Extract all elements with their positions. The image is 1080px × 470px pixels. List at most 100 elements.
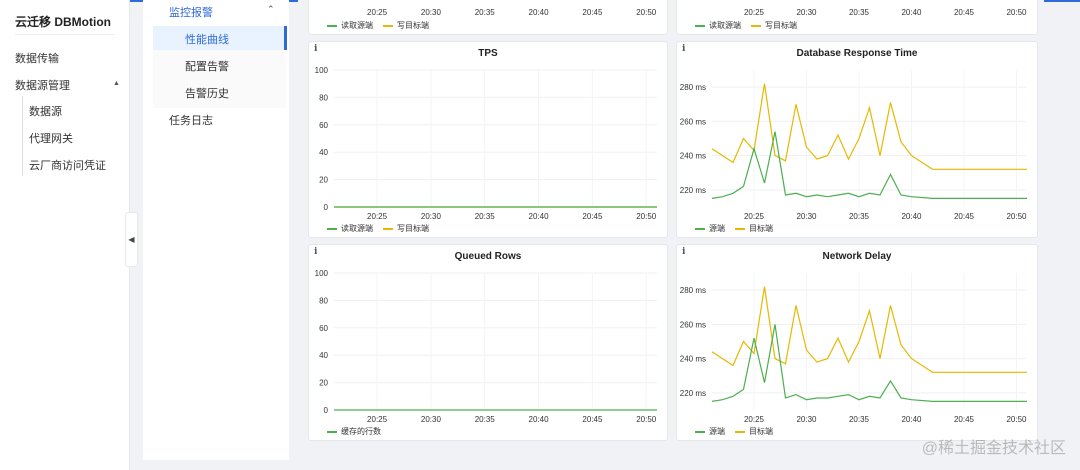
legend-label: 读取源端 <box>709 21 741 30</box>
y-tick-label: 240 ms <box>680 152 706 161</box>
x-tick-label: 20:40 <box>901 415 922 424</box>
legend-item[interactable]: 源端 <box>695 223 725 234</box>
x-tick-label: 20:50 <box>636 415 657 424</box>
x-tick-label: 20:35 <box>849 415 870 424</box>
nav-item-datasource[interactable]: 数据源 <box>29 103 62 119</box>
caret-up-icon[interactable]: ▲ <box>113 80 120 87</box>
chart-legend: 源端 目标端 <box>695 426 773 437</box>
legend-item[interactable]: 目标端 <box>735 426 773 437</box>
x-tick-label: 20:45 <box>954 415 975 424</box>
legend-swatch <box>383 24 393 27</box>
legend-label: 读取源端 <box>341 21 373 30</box>
x-tick-label: 20:30 <box>796 212 817 221</box>
x-tick-label: 20:45 <box>582 415 603 424</box>
chart-plot: 0 20 40 60 80 100 20:25 20:30 20:35 20:40 20:45 20:… <box>315 269 657 424</box>
legend-item[interactable]: 缓存的行数 <box>327 426 381 437</box>
series-line <box>711 131 1027 199</box>
y-tick-label: 80 <box>319 296 328 305</box>
legend-label: 缓存的行数 <box>341 427 381 436</box>
legend-label: 读取源端 <box>341 224 373 233</box>
x-tick-label: 20:35 <box>849 212 870 221</box>
y-tick-label: 0 <box>324 406 329 415</box>
y-tick-label: 260 ms <box>680 117 706 126</box>
legend-item: 写目标端 <box>383 20 429 31</box>
nav-item-data-transfer[interactable]: 数据传输 <box>15 50 59 66</box>
chart-plot: 0 20 40 60 80 100 20:25 20:30 20:35 20:40 20:45 20:… <box>315 66 657 221</box>
x-tick-label: 20:50 <box>1006 8 1027 17</box>
chart-plot: 220 ms 240 ms 260 ms 280 ms 20:25 20:30 20:35 2… <box>680 70 1027 221</box>
legend-label: 写目标端 <box>397 224 429 233</box>
legend-swatch <box>383 227 393 230</box>
chart-card-tps: i TPS 0 20 40 60 80 100 20:25 20:30 20:35 20:40 20:4… <box>308 41 668 238</box>
legend-item[interactable]: 读取源端 <box>327 223 373 234</box>
menu-group-monitor-alert[interactable]: 监控报警 <box>169 4 213 20</box>
x-tick-label: 20:25 <box>744 212 765 221</box>
legend-swatch <box>695 227 705 230</box>
legend-label: 源端 <box>709 427 725 436</box>
series-line <box>711 83 1027 170</box>
y-tick-label: 20 <box>319 379 328 388</box>
legend-label: 写目标端 <box>765 21 797 30</box>
chart-legend: 读取源端 写目标端 <box>327 223 429 234</box>
menu-item-performance-curve[interactable]: 性能曲线 <box>185 31 229 47</box>
legend-label: 目标端 <box>749 427 773 436</box>
legend-swatch <box>327 430 337 433</box>
y-tick-label: 60 <box>319 324 328 333</box>
legend-label: 源端 <box>709 224 725 233</box>
legend-swatch <box>695 430 705 433</box>
active-item-bar <box>284 26 287 50</box>
y-tick-label: 280 ms <box>680 83 706 92</box>
x-tick-label: 20:35 <box>475 415 496 424</box>
legend-label: 写目标端 <box>397 21 429 30</box>
y-tick-label: 40 <box>319 351 328 360</box>
divider <box>15 34 115 35</box>
chart-card-partial-right: 20:25 20:30 20:35 20:40 20:45 20:50 读取源端 写目标端 <box>676 0 1038 35</box>
legend-swatch <box>751 24 761 27</box>
legend-swatch <box>327 24 337 27</box>
chevron-left-icon: ◀ <box>128 235 135 244</box>
app-title: 云迁移 DBMotion <box>15 15 111 29</box>
legend-item: 写目标端 <box>751 20 797 31</box>
legend-swatch <box>735 227 745 230</box>
x-tick-label: 20:35 <box>849 8 870 17</box>
watermark: @稀土掘金技术社区 <box>921 440 1066 457</box>
legend-item[interactable]: 源端 <box>695 426 725 437</box>
x-tick-label: 20:25 <box>367 212 388 221</box>
x-tick-label: 20:50 <box>1006 415 1027 424</box>
legend-item: 读取源端 <box>695 20 741 31</box>
chart-grid: 20:25 20:30 20:35 20:40 20:45 20:50 读取源端 写目标端… <box>298 0 1044 455</box>
chart-card-db-response-time: i Database Response Time 220 ms 240 ms 260 m… <box>676 41 1038 238</box>
x-tick-label: 20:35 <box>475 8 496 17</box>
x-tick-label: 20:30 <box>421 415 442 424</box>
chevron-up-icon[interactable]: ⌃ <box>267 4 275 15</box>
collapse-sidebar-button[interactable]: ◀ <box>125 212 138 267</box>
nav-item-datasource-mgmt[interactable]: 数据源管理 <box>15 77 70 93</box>
x-tick-label: 20:50 <box>1006 212 1027 221</box>
menu-item-alert-config[interactable]: 配置告警 <box>185 58 229 74</box>
nav-item-proxy-gateway[interactable]: 代理网关 <box>29 130 73 146</box>
x-tick-label: 20:45 <box>954 8 975 17</box>
x-tick-label: 20:45 <box>582 212 603 221</box>
legend-swatch <box>735 430 745 433</box>
menu-item-alert-history[interactable]: 告警历史 <box>185 85 229 101</box>
x-tick-label: 20:30 <box>796 8 817 17</box>
menu-item-task-log[interactable]: 任务日志 <box>169 112 213 128</box>
sidebar: 云迁移 DBMotion 数据传输 数据源管理 ▲ 数据源 代理网关 云厂商访问… <box>0 0 130 470</box>
legend-item[interactable]: 目标端 <box>735 223 773 234</box>
legend-item[interactable]: 写目标端 <box>383 223 429 234</box>
bottom-strip <box>143 460 1080 470</box>
x-tick-label: 20:30 <box>796 415 817 424</box>
nav-item-cloud-credentials[interactable]: 云厂商访问凭证 <box>29 157 106 173</box>
legend-item: 读取源端 <box>327 20 373 31</box>
y-tick-label: 240 ms <box>680 355 706 364</box>
x-tick-label: 20:40 <box>529 212 550 221</box>
chart-legend: 源端 目标端 <box>695 223 773 234</box>
chart-card-network-delay: i Network Delay 220 ms 240 ms 260 ms 280 ms 20… <box>676 244 1038 441</box>
x-tick-label: 20:25 <box>367 415 388 424</box>
x-tick-label: 20:45 <box>954 212 975 221</box>
chart-legend: 缓存的行数 <box>327 426 381 437</box>
tree-line <box>22 96 23 176</box>
y-tick-label: 40 <box>319 148 328 157</box>
x-tick-label: 20:40 <box>529 8 550 17</box>
x-tick-label: 20:30 <box>421 8 442 17</box>
